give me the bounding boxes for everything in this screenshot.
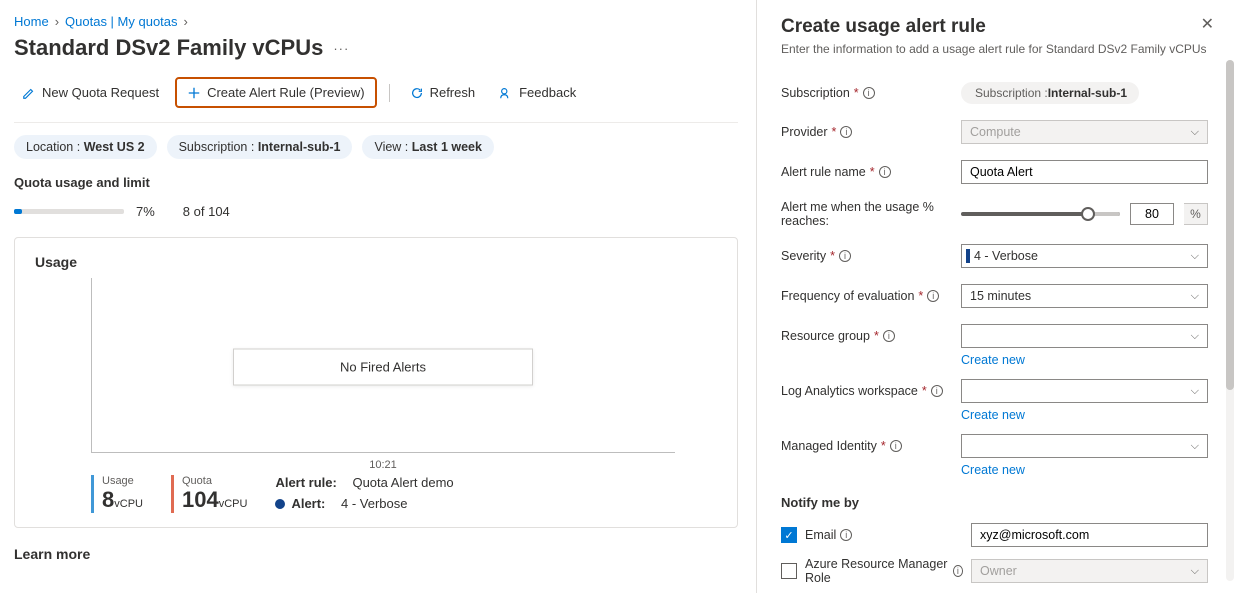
info-icon[interactable]: i [879,166,891,178]
breadcrumb-home[interactable]: Home [14,14,49,29]
frequency-label: Frequency of evaluation * i [781,289,961,303]
refresh-button[interactable]: Refresh [402,81,484,104]
email-label: Email i [805,528,963,542]
quota-usage-percent: 7% [136,204,155,219]
usage-chart: No Fired Alerts 10:21 [91,278,675,463]
feedback-icon [499,86,513,100]
arm-role-label: Azure Resource Manager Role i [805,557,963,585]
toolbar-separator [389,84,390,102]
log-analytics-label: Log Analytics workspace * i [781,384,961,398]
subscription-label: Subscription * i [781,86,961,100]
info-icon[interactable]: i [863,87,875,99]
quota-usage-bar [14,209,124,214]
chart-x-tick: 10:21 [369,459,397,471]
rule-name-label: Alert rule name * i [781,165,961,179]
quota-usage-heading: Quota usage and limit [14,175,738,198]
chevron-down-icon: ⌵ [1191,126,1199,139]
chevron-down-icon: ⌵ [1191,385,1199,398]
severity-dot-icon [275,499,285,509]
threshold-input[interactable] [1130,203,1174,225]
arm-role-select: Owner⌵ [971,559,1208,583]
usage-stat: Usage 8vCPU [91,475,143,513]
filter-view[interactable]: View : Last 1 week [362,135,493,159]
more-actions-button[interactable]: ··· [333,41,349,56]
provider-select: Compute⌵ [961,120,1208,144]
email-checkbox[interactable]: ✓ [781,527,797,543]
chevron-down-icon: ⌵ [1191,330,1199,343]
info-icon[interactable]: i [840,126,852,138]
quota-stat-value: 104 [182,487,219,512]
usage-card-title: Usage [35,254,717,278]
info-icon[interactable]: i [883,330,895,342]
provider-label: Provider * i [781,125,961,139]
threshold-label: Alert me when the usage % reaches: [781,200,961,228]
email-input[interactable] [971,523,1208,547]
learn-more-heading: Learn more [14,546,738,562]
quota-stat: Quota 104vCPU [171,475,247,513]
managed-identity-select[interactable]: ⌵ [961,434,1208,458]
quota-usage-count: 8 of 104 [183,204,230,219]
resource-group-create-new[interactable]: Create new [961,353,1025,367]
threshold-slider[interactable] [961,212,1120,216]
managed-identity-create-new[interactable]: Create new [961,463,1025,477]
info-icon[interactable]: i [953,565,963,577]
info-icon[interactable]: i [927,290,939,302]
log-analytics-create-new[interactable]: Create new [961,408,1025,422]
new-quota-request-button[interactable]: New Quota Request [14,81,167,104]
toolbar: New Quota Request Create Alert Rule (Pre… [14,77,738,123]
breadcrumb-quotas[interactable]: Quotas | My quotas [65,14,178,29]
quota-stat-label: Quota [182,475,247,487]
info-icon[interactable]: i [931,385,943,397]
panel-subtitle: Enter the information to add a usage ale… [781,42,1208,74]
managed-identity-label: Managed Identity * i [781,439,961,453]
quota-stat-unit: vCPU [219,498,248,510]
plus-icon [187,86,201,100]
create-alert-panel: ✕ Create usage alert rule Enter the info… [756,0,1236,593]
log-analytics-select[interactable]: ⌵ [961,379,1208,403]
arm-role-checkbox[interactable] [781,563,797,579]
chevron-right-icon: › [184,14,188,29]
new-quota-request-label: New Quota Request [42,85,159,100]
edit-icon [22,86,36,100]
chevron-right-icon: › [55,14,59,29]
info-icon[interactable]: i [890,440,902,452]
create-alert-rule-label: Create Alert Rule (Preview) [207,85,365,100]
close-panel-button[interactable]: ✕ [1201,14,1214,34]
panel-scrollbar[interactable] [1226,60,1234,581]
rule-name-input[interactable] [961,160,1208,184]
chevron-down-icon: ⌵ [1191,290,1199,303]
frequency-select[interactable]: 15 minutes⌵ [961,284,1208,308]
severity-label: Severity * i [781,249,961,263]
no-fired-alerts: No Fired Alerts [233,348,533,385]
usage-stat-unit: vCPU [114,498,143,510]
threshold-unit: % [1184,203,1208,225]
usage-stat-label: Usage [102,475,143,487]
alert-severity-meta: Alert: 4 - Verbose [275,496,453,511]
breadcrumb: Home › Quotas | My quotas › [14,10,738,35]
usage-card: Usage No Fired Alerts 10:21 Usage 8vCPU … [14,237,738,528]
info-icon[interactable]: i [839,250,851,262]
filter-location[interactable]: Location : West US 2 [14,135,157,159]
subscription-readonly: Subscription : Internal-sub-1 [961,82,1139,104]
refresh-icon [410,86,424,100]
chevron-down-icon: ⌵ [1191,440,1199,453]
quota-usage-row: 7% 8 of 104 [14,198,738,237]
resource-group-select[interactable]: ⌵ [961,324,1208,348]
info-icon[interactable]: i [840,529,852,541]
filter-row: Location : West US 2 Subscription : Inte… [14,123,738,175]
severity-select[interactable]: 4 - Verbose⌵ [961,244,1208,268]
filter-subscription[interactable]: Subscription : Internal-sub-1 [167,135,353,159]
feedback-button[interactable]: Feedback [491,81,584,104]
chevron-down-icon: ⌵ [1191,565,1199,578]
alert-rule-meta: Alert rule: Quota Alert demo [275,475,453,490]
chevron-down-icon: ⌵ [1191,250,1199,263]
page-title: Standard DSv2 Family vCPUs [14,35,323,61]
notify-header: Notify me by [781,481,1208,518]
create-alert-rule-button[interactable]: Create Alert Rule (Preview) [175,77,377,108]
panel-title: Create usage alert rule [781,16,1208,42]
refresh-label: Refresh [430,85,476,100]
resource-group-label: Resource group * i [781,329,961,343]
usage-stat-value: 8 [102,487,114,512]
feedback-label: Feedback [519,85,576,100]
